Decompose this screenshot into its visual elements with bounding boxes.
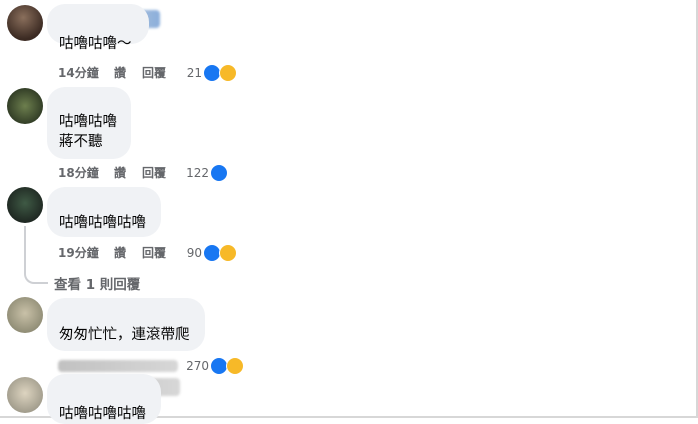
timestamp-blurred xyxy=(58,360,178,372)
comment-actions: 19分鐘 讚 回覆 xyxy=(58,244,178,262)
comment-actions: 18分鐘 讚 回覆 xyxy=(58,164,178,182)
reaction-count: 270 xyxy=(186,359,209,373)
comment-bubble: 咕嚕咕嚕咕嚕 xyxy=(47,187,161,237)
comment-text: 咕嚕咕嚕 蔣不聽 xyxy=(59,114,117,150)
comment-bubble: 咕嚕咕嚕 蔣不聽 xyxy=(47,87,131,159)
like-button[interactable]: 讚 xyxy=(114,64,126,82)
reaction-count: 122 xyxy=(186,166,209,180)
avatar[interactable] xyxy=(7,88,43,124)
view-replies-link[interactable]: 查看 1 則回覆 xyxy=(54,273,140,293)
reply-button[interactable]: 回覆 xyxy=(142,244,166,262)
reply-button[interactable]: 回覆 xyxy=(142,164,166,182)
avatar[interactable] xyxy=(7,187,43,223)
reaction-summary[interactable]: 90 xyxy=(176,244,202,262)
comment-panel: 咕嚕咕嚕～ 14分鐘 讚 回覆 21 咕嚕咕嚕 蔣不聽 18分鐘 讚 回覆 12… xyxy=(0,0,698,424)
haha-icon xyxy=(219,64,237,82)
reply-button[interactable]: 回覆 xyxy=(142,64,166,82)
comment-bubble: 咕嚕咕嚕～ xyxy=(47,4,149,52)
comment-bubble: 匆匆忙忙，連滾帶爬 xyxy=(47,298,205,351)
comment-text: 匆匆忙忙，連滾帶爬 xyxy=(59,327,190,343)
avatar[interactable] xyxy=(7,5,43,41)
like-icon xyxy=(210,164,228,182)
reaction-summary[interactable]: 21 xyxy=(176,64,202,82)
comment-text: 咕嚕咕嚕～ xyxy=(59,36,132,52)
like-button[interactable]: 讚 xyxy=(114,164,126,182)
like-button[interactable]: 讚 xyxy=(114,244,126,262)
comment-time[interactable]: 14分鐘 xyxy=(58,64,99,82)
reaction-count: 21 xyxy=(186,66,202,80)
comment-time[interactable]: 18分鐘 xyxy=(58,164,99,182)
comment-actions: 14分鐘 讚 回覆 xyxy=(58,64,178,82)
comment-time[interactable]: 19分鐘 xyxy=(58,244,99,262)
haha-icon xyxy=(219,244,237,262)
avatar[interactable] xyxy=(7,377,43,413)
comment-text: 咕嚕咕嚕咕嚕 xyxy=(59,215,146,231)
avatar[interactable] xyxy=(7,297,43,333)
comment-text: 咕嚕咕嚕咕嚕 xyxy=(59,406,146,422)
comment-bubble: 咕嚕咕嚕咕嚕 xyxy=(47,374,161,424)
reply-thread-line xyxy=(24,226,48,284)
reaction-summary[interactable]: 122 xyxy=(176,164,209,182)
reaction-summary[interactable]: 270 xyxy=(176,357,209,375)
reaction-count: 90 xyxy=(186,246,202,260)
haha-icon xyxy=(226,357,244,375)
